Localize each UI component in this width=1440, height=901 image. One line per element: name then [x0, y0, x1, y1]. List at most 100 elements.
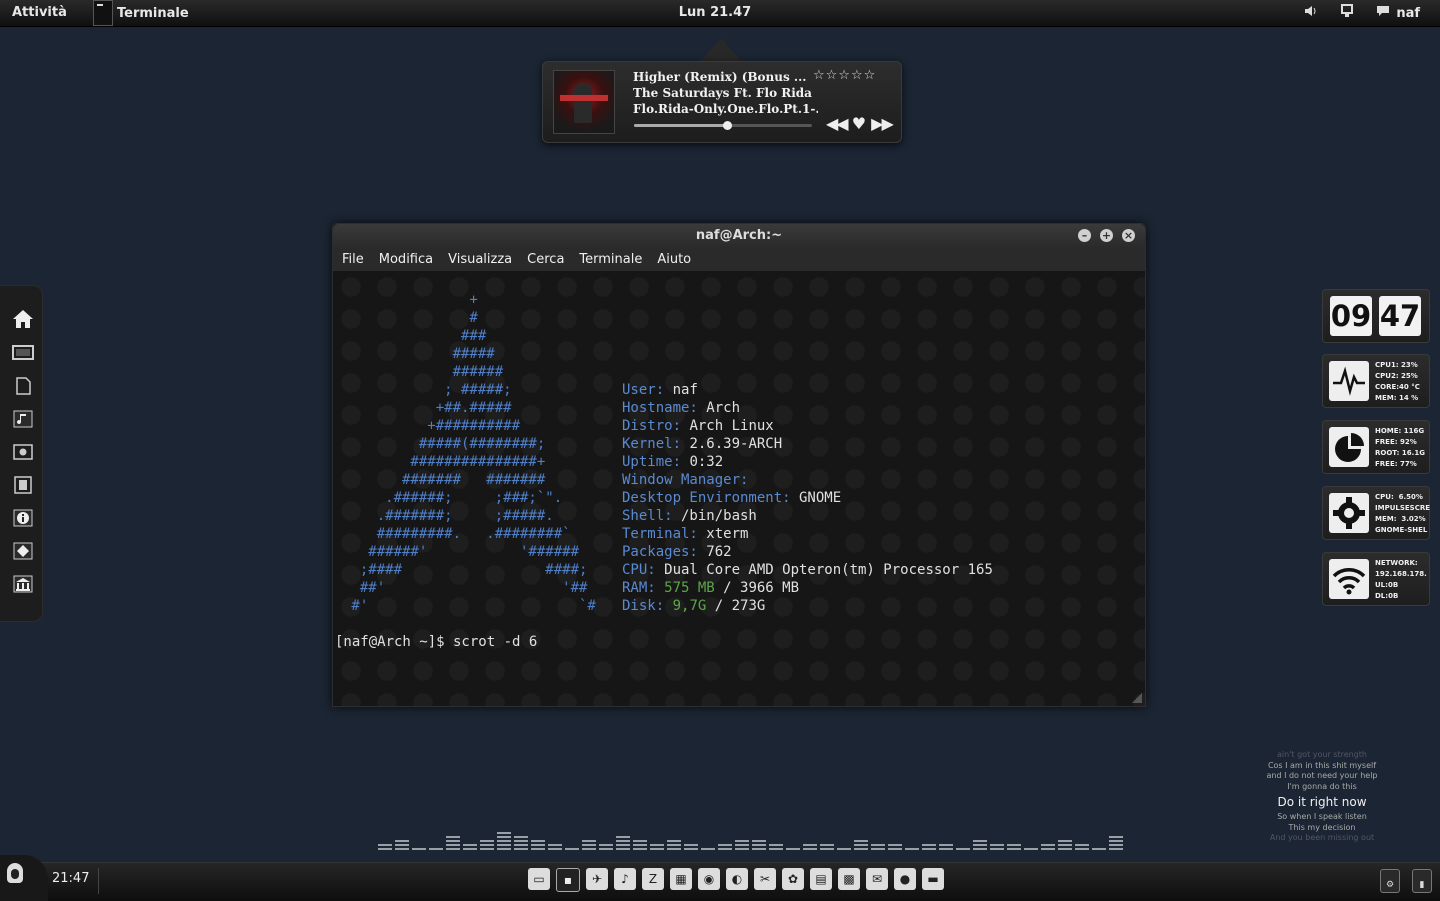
menu-item-modifica[interactable]: Modifica [379, 252, 433, 267]
visualizer-bar [973, 848, 987, 850]
main-menu-button[interactable] [0, 855, 48, 901]
menu-item-cerca[interactable]: Cerca [527, 252, 564, 267]
game-icon[interactable]: ▩ [838, 868, 860, 890]
flip-clock-widget: 09 47 [1322, 289, 1430, 343]
visualizer-bar [412, 848, 426, 850]
sysinfo-row: Terminal: xterm [622, 525, 993, 543]
visualizer-bar [854, 848, 868, 850]
sysinfo-value: naf [664, 382, 698, 398]
track-progress[interactable] [634, 121, 812, 130]
sysinfo-value: 0:32 [681, 454, 724, 470]
visualizer-bar [1075, 848, 1089, 850]
lyrics-line: Cos I am in this shit myself [1267, 760, 1377, 770]
bottom-clock[interactable]: 21:47 [52, 871, 89, 886]
planet-icon[interactable]: ◐ [726, 868, 748, 890]
script-icon[interactable]: ♪ [614, 868, 636, 890]
notes-icon[interactable]: ▤ [810, 868, 832, 890]
sysinfo-key: Packages: [622, 544, 698, 560]
minimize-button[interactable]: – [1078, 229, 1091, 242]
chat-icon[interactable]: ✿ [782, 868, 804, 890]
sysinfo-key: Shell: [622, 508, 673, 524]
volume-icon[interactable] [1304, 4, 1318, 22]
film-icon[interactable] [12, 476, 34, 496]
sysinfo-key: Uptime: [622, 454, 682, 470]
display-icon[interactable] [12, 344, 34, 364]
visualizer-bar [922, 848, 936, 850]
visualizer-bar [497, 848, 511, 850]
next-icon[interactable]: ▶▶ [871, 114, 894, 133]
menu-item-terminale[interactable]: Terminale [579, 252, 642, 267]
visualizer-bar [497, 832, 511, 834]
home-icon[interactable] [12, 309, 34, 329]
gear-tray-icon[interactable]: ⚙ [1380, 869, 1400, 893]
bird-icon[interactable]: ✈ [586, 868, 608, 890]
resize-grip[interactable] [1132, 693, 1142, 703]
menu-item-file[interactable]: File [342, 252, 364, 267]
info-icon[interactable] [12, 509, 34, 529]
sysinfo-used: 9,7G [672, 598, 707, 614]
filezilla-icon[interactable]: Z [642, 868, 664, 890]
visualizer-bar [480, 840, 494, 842]
lyrics-line: So when I speak listen [1277, 812, 1367, 821]
sysinfo-row: Desktop Environment: GNOME [622, 489, 993, 507]
usb-icon[interactable]: ▬ [922, 868, 944, 890]
visualizer-bar [395, 840, 409, 842]
visualizer-bar [497, 840, 511, 842]
visualizer-bar [531, 848, 545, 850]
wifi-icon [1329, 559, 1369, 599]
lyrics-line-next: And you been missing out [1269, 833, 1375, 842]
visualizer-bar [803, 844, 817, 846]
close-button[interactable]: × [1122, 229, 1135, 242]
visualizer-bar [888, 844, 902, 846]
maximize-button[interactable]: + [1100, 229, 1113, 242]
tools-icon[interactable]: ✂ [754, 868, 776, 890]
sysinfo-key: Disk: [622, 598, 665, 614]
track-album: Flo.Rida-Only.One.Flo.Pt.1-... [633, 102, 818, 116]
terminal-screen[interactable]: + # ### ##### ###### ; #####; +##.##### … [333, 271, 1145, 706]
visualizer-bar [820, 844, 834, 846]
visualizer-bar [735, 848, 749, 850]
track-progress-knob[interactable] [722, 121, 732, 130]
clock-minutes: 47 [1379, 296, 1421, 336]
photo-editor-icon[interactable]: ▦ [670, 868, 692, 890]
document-icon[interactable] [12, 377, 34, 397]
bank-icon[interactable] [12, 575, 34, 595]
music-icon[interactable] [12, 410, 34, 430]
terminal-window[interactable]: naf@Arch:~ – + × File Modifica Visualizza C… [332, 223, 1146, 707]
plugin-icon[interactable] [12, 542, 34, 562]
mail-icon[interactable]: ✉ [866, 868, 888, 890]
files-icon[interactable]: ▭ [528, 868, 550, 890]
sysinfo-value: Arch [697, 400, 741, 416]
visualizer-bar [803, 848, 817, 850]
network-monitor-text: NETWORK: 192.168.178. UL:0B DL:0B [1375, 559, 1427, 600]
menu-item-visualizza[interactable]: Visualizza [448, 252, 512, 267]
visualizer-bar [616, 844, 630, 846]
process-monitor-text: CPU: 6.50% IMPULSESCRE MEM: 3.02% GNOME-… [1375, 493, 1431, 534]
panel-clock[interactable]: Lun 21.47 [0, 5, 1430, 20]
sysinfo-key: RAM: [622, 580, 656, 596]
visualizer-bar [667, 840, 681, 842]
rating-stars[interactable]: ☆☆☆☆☆ [813, 68, 876, 83]
window-title: naf@Arch:~ [695, 228, 783, 243]
visualizer-bar [752, 840, 766, 842]
photo-icon[interactable] [12, 443, 34, 463]
visualizer-bar [582, 840, 596, 842]
media-icon[interactable]: ◉ [698, 868, 720, 890]
heart-icon[interactable]: ♥ [852, 114, 866, 133]
previous-icon[interactable]: ◀◀ [826, 114, 849, 133]
network-icon[interactable] [1340, 4, 1354, 22]
gear-icon [1329, 493, 1369, 533]
sysinfo-row: Kernel: 2.6.39-ARCH [622, 435, 993, 453]
system-info: User: naf Hostname: Arch Distro: Arch Linu… [622, 381, 993, 615]
terminal-icon[interactable]: ▪ [556, 868, 580, 892]
arch-ascii-logo: + # ### ##### ###### ; #####; +##.##### … [351, 292, 596, 614]
globe-icon[interactable]: ● [894, 868, 916, 890]
system-tray-icon[interactable]: ▮ [1412, 869, 1432, 893]
window-titlebar[interactable]: naf@Arch:~ – + × [333, 224, 1145, 248]
visualizer-bar [1041, 844, 1055, 846]
player-controls[interactable]: ◀◀ ♥ ▶▶ [826, 114, 894, 133]
menu-item-aiuto[interactable]: Aiuto [657, 252, 691, 267]
shell-prompt[interactable]: [naf@Arch ~]$ scrot -d 6 [335, 633, 537, 651]
user-menu[interactable]: naf [1376, 5, 1420, 21]
album-cover [553, 70, 615, 134]
